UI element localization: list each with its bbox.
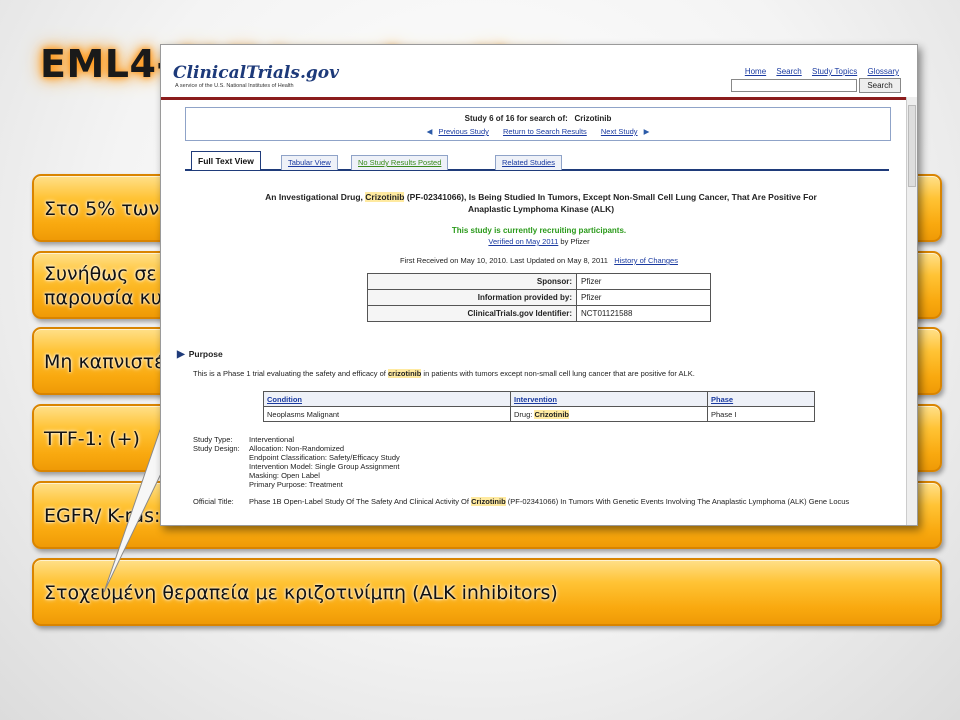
received-line: First Received on May 10, 2010. Last Upd… [161, 256, 917, 265]
study-title: An Investigational Drug, Crizotinib (PF-… [191, 191, 891, 215]
arrow-right-icon: ▶ [643, 127, 650, 136]
condition-cell: Neoplasms Malignant [263, 406, 511, 422]
search-input[interactable] [731, 79, 857, 92]
study-design-block: Study Type: Interventional Study Design: A… [193, 435, 400, 489]
scrollbar-thumb[interactable] [908, 105, 916, 187]
previous-study-link[interactable]: Previous Study [438, 127, 488, 136]
purpose-label: Purpose [188, 349, 223, 359]
table-row: Neoplasms Malignant Drug: Crizotinib Pha… [263, 406, 815, 422]
nav-search-link[interactable]: Search [776, 67, 801, 76]
sponsor-value: Pfizer [576, 273, 711, 290]
tab-full-text-view[interactable]: Full Text View [191, 151, 261, 170]
return-to-results-link[interactable]: Return to Search Results [503, 127, 587, 136]
recruiting-status: This study is currently recruiting parti… [451, 226, 627, 235]
design-row: Intervention Model: Single Group Assignm… [193, 462, 400, 471]
design-row: Endpoint Classification: Safety/Efficacy… [193, 453, 400, 462]
design-value: Masking: Open Label [249, 471, 320, 480]
tab-related-studies[interactable]: Related Studies [495, 155, 562, 170]
table-header-row: Condition Intervention Phase [263, 391, 815, 407]
nav-glossary-link[interactable]: Glossary [867, 67, 899, 76]
bullet-text: Μη καπνιστές [44, 351, 176, 373]
purpose-highlight: crizotinib [387, 369, 422, 378]
sponsor-value: NCT01121588 [576, 305, 711, 322]
vertical-scrollbar[interactable] [906, 97, 917, 525]
study-of-text: Study 6 of 16 for search of: [464, 114, 568, 123]
design-value: Allocation: Non-Randomized [249, 444, 345, 453]
official-title-text: Phase 1B Open-Label Study Of The Safety … [249, 497, 472, 506]
design-row: Masking: Open Label [193, 471, 400, 480]
bullet-bar-6: Στοχευμένη θεραπεία με κριζοτινίμπη (ALK… [32, 558, 942, 626]
search-button[interactable]: Search [859, 78, 901, 93]
bullet-text: Στοχευμένη θεραπεία με κριζοτινίμπη (ALK… [44, 582, 558, 604]
official-title: Official Title: Phase 1B Open-Label Study… [193, 497, 849, 506]
phase-header[interactable]: Phase [707, 391, 815, 407]
intervention-text: Drug: [514, 409, 535, 419]
verified-by: by Pfizer [558, 237, 590, 246]
condition-header[interactable]: Condition [263, 391, 511, 407]
sponsor-value: Pfizer [576, 289, 711, 306]
history-of-changes-link[interactable]: History of Changes [614, 256, 678, 265]
design-key: Study Design: [193, 444, 240, 453]
official-title-text: (PF-02341066) In Tumors With Genetic Eve… [505, 497, 850, 506]
search-term: Crizotinib [574, 114, 612, 123]
received-text: First Received on May 10, 2010. Last Upd… [400, 256, 608, 265]
triangle-right-icon: ▶ [177, 349, 185, 360]
sponsor-key: Sponsor: [367, 273, 577, 290]
design-value: Endpoint Classification: Safety/Efficacy… [249, 453, 400, 462]
tab-tabular-view[interactable]: Tabular View [281, 155, 338, 170]
study-navigation-box: Study 6 of 16 for search of: Crizotinib … [185, 107, 891, 141]
purpose-text-part: This is a Phase 1 trial evaluating the s… [193, 369, 388, 378]
table-row: Sponsor: Pfizer [367, 273, 711, 290]
design-row: Study Design: Allocation: Non-Randomized [193, 444, 400, 453]
purpose-text-part: in patients with tumors except non-small… [421, 369, 695, 378]
intervention-highlight: Crizotinib [534, 409, 570, 419]
tab-no-study-results[interactable]: No Study Results Posted [351, 155, 449, 170]
design-value: Interventional [249, 435, 295, 444]
bullet-text: TTF-1: (+) [44, 428, 140, 450]
purpose-heading: ▶ Purpose [177, 349, 223, 360]
study-nav-links: ◀ Previous Study Return to Search Results… [186, 127, 890, 136]
ct-nav: Home Search Study Topics Glossary [737, 67, 899, 76]
purpose-text: This is a Phase 1 trial evaluating the s… [193, 369, 695, 378]
arrow-left-icon: ◀ [426, 127, 433, 136]
table-row: Information provided by: Pfizer [367, 289, 711, 306]
next-study-link[interactable]: Next Study [601, 127, 638, 136]
sponsor-table: Sponsor: Pfizer Information provided by: P… [367, 273, 711, 322]
sponsor-key: ClinicalTrials.gov Identifier: [367, 305, 577, 322]
study-title-highlight: Crizotinib [365, 192, 405, 202]
condition-table: Condition Intervention Phase Neoplasms M… [263, 391, 815, 422]
phase-cell: Phase I [707, 406, 815, 422]
study-title-text: (PF-02341066), Is Being Studied In Tumor… [404, 192, 817, 202]
design-row: Study Type: Interventional [193, 435, 400, 444]
ct-header: ClinicalTrials.gov A service of the U.S.… [161, 45, 917, 100]
verified-link[interactable]: Verified on May 2011 [488, 237, 558, 246]
official-title-highlight: Crizotinib [471, 497, 506, 506]
ct-logo: ClinicalTrials.gov [173, 63, 339, 83]
verified-line: Verified on May 2011 by Pfizer [161, 237, 917, 246]
view-tabs: Full Text View Tabular View No Study Res… [185, 151, 889, 171]
ct-tagline: A service of the U.S. National Institute… [175, 83, 294, 89]
sponsor-key: Information provided by: [367, 289, 577, 306]
design-key: Study Type: [193, 435, 233, 444]
design-value: Intervention Model: Single Group Assignm… [249, 462, 400, 471]
nav-home-link[interactable]: Home [745, 67, 766, 76]
intervention-cell: Drug: Crizotinib [510, 406, 708, 422]
nav-study-topics-link[interactable]: Study Topics [812, 67, 857, 76]
study-title-text: An Investigational Drug, [265, 192, 366, 202]
table-row: ClinicalTrials.gov Identifier: NCT0112158… [367, 305, 711, 322]
design-value: Primary Purpose: Treatment [249, 480, 343, 489]
intervention-header[interactable]: Intervention [510, 391, 708, 407]
study-count: Study 6 of 16 for search of: Crizotinib [186, 114, 890, 123]
study-title-text: Anaplastic Lymphoma Kinase (ALK) [467, 204, 615, 214]
official-title-label: Official Title: [193, 497, 234, 506]
browser-screenshot: ClinicalTrials.gov A service of the U.S.… [160, 44, 918, 526]
design-row: Primary Purpose: Treatment [193, 480, 400, 489]
